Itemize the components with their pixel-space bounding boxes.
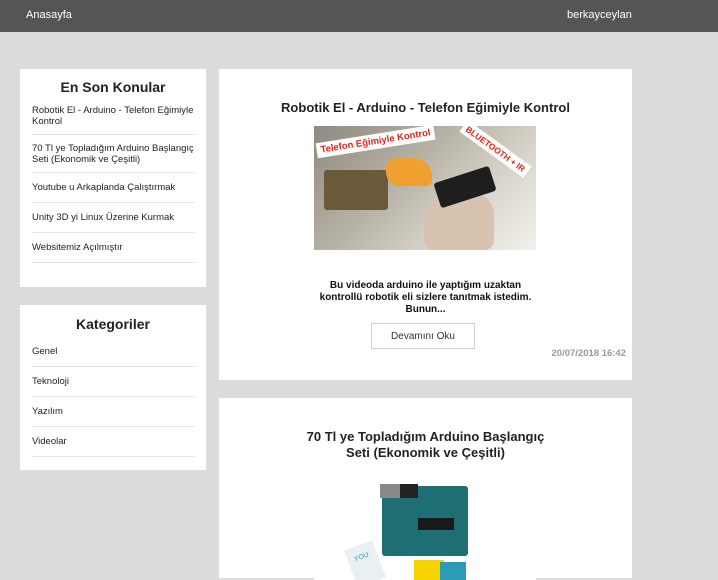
categories-panel: Kategoriler Genel Teknoloji Yazılım Vide… bbox=[20, 305, 206, 470]
recent-topic-link[interactable]: Unity 3D yi Linux Üzerine Kurmak bbox=[32, 212, 174, 223]
card-shape bbox=[440, 562, 466, 580]
category-link-videolar[interactable]: Videolar bbox=[32, 436, 67, 447]
recent-topics-title: En Son Konular bbox=[60, 79, 166, 95]
nav-user-link[interactable]: berkayceylan bbox=[567, 9, 632, 21]
recent-topic-link[interactable]: Youtube u Arkaplanda Çalıştırmak bbox=[32, 182, 175, 193]
categories-title: Kategoriler bbox=[76, 316, 150, 332]
list-item: Websitemiz Açılmıştır bbox=[32, 233, 195, 263]
list-item: Yazılım bbox=[32, 397, 195, 427]
list-item: Teknoloji bbox=[32, 367, 195, 397]
list-item: 70 Tl ye Topladığım Arduino Başlangıç Se… bbox=[32, 135, 195, 173]
recent-topic-link[interactable]: 70 Tl ye Topladığım Arduino Başlangıç Se… bbox=[32, 143, 195, 165]
robot-hand-shape bbox=[386, 158, 432, 186]
categories-list: Genel Teknoloji Yazılım Videolar bbox=[20, 337, 206, 457]
excerpt-line: Bu videoda arduino ile yaptığım uzaktan bbox=[329, 280, 522, 291]
thumbnail-badge: BLUETOOTH + IR bbox=[459, 126, 532, 178]
recent-topic-link[interactable]: Robotik El - Arduino - Telefon Eğimiyle … bbox=[32, 105, 195, 127]
post-card: Robotik El - Arduino - Telefon Eğimiyle … bbox=[219, 69, 632, 380]
card-shape bbox=[344, 540, 386, 580]
post-card: 70 Tl ye Topladığım Arduino Başlangıç Se… bbox=[219, 398, 632, 580]
post-thumbnail[interactable]: YOU bbox=[314, 480, 536, 580]
list-item: Genel bbox=[32, 337, 195, 367]
list-item: Robotik El - Arduino - Telefon Eğimiyle … bbox=[32, 97, 195, 135]
post-title[interactable]: Robotik El - Arduino - Telefon Eğimiyle … bbox=[219, 100, 632, 116]
list-item: Youtube u Arkaplanda Çalıştırmak bbox=[32, 173, 195, 203]
breadboard-shape bbox=[324, 170, 388, 210]
read-more-button[interactable]: Devamını Oku bbox=[371, 323, 475, 349]
category-link-yazilim[interactable]: Yazılım bbox=[32, 406, 63, 417]
excerpt-line: Bunun... bbox=[405, 304, 446, 315]
top-navbar: Anasayfa berkayceylan bbox=[0, 0, 718, 32]
excerpt-line: kontrollü robotik eli sizlere tanıtmak i… bbox=[319, 292, 532, 303]
category-link-teknoloji[interactable]: Teknoloji bbox=[32, 376, 69, 387]
post-thumbnail[interactable]: Telefon Eğimiyle Kontrol BLUETOOTH + IR bbox=[314, 126, 536, 250]
recent-topics-list: Robotik El - Arduino - Telefon Eğimiyle … bbox=[20, 97, 206, 263]
chip-shape bbox=[418, 518, 454, 530]
list-item: Unity 3D yi Linux Üzerine Kurmak bbox=[32, 203, 195, 233]
nav-home-link[interactable]: Anasayfa bbox=[26, 9, 72, 21]
thumbnail-caption: Telefon Eğimiyle Kontrol bbox=[315, 126, 436, 159]
post-excerpt: Bu videoda arduino ile yaptığım uzaktan … bbox=[219, 280, 632, 316]
power-jack-shape bbox=[400, 484, 418, 498]
recent-topics-panel: En Son Konular Robotik El - Arduino - Te… bbox=[20, 69, 206, 287]
post-title[interactable]: 70 Tl ye Topladığım Arduino Başlangıç Se… bbox=[219, 429, 632, 461]
category-link-genel[interactable]: Genel bbox=[32, 346, 57, 357]
post-date: 20/07/2018 16:42 bbox=[551, 348, 626, 359]
list-item: Videolar bbox=[32, 427, 195, 457]
usb-port-shape bbox=[380, 484, 400, 498]
recent-topic-link[interactable]: Websitemiz Açılmıştır bbox=[32, 242, 123, 253]
